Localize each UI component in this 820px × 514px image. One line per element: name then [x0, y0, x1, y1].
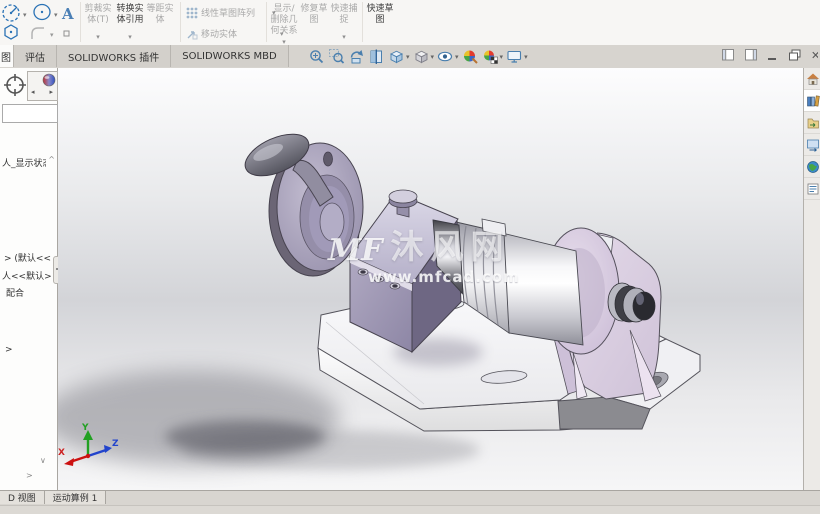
tree-scroll-down-icon[interactable]: ∨ — [40, 456, 46, 465]
point-tool-icon[interactable] — [63, 30, 70, 37]
window-controls: ✕ — [721, 48, 818, 62]
pane-arrow-left-icon[interactable]: ◂ — [31, 88, 35, 96]
arc-dropdown-icon[interactable]: ▾ — [23, 11, 27, 19]
fillet-tool-icon[interactable] — [31, 27, 44, 39]
triad-x-label: X — [58, 448, 65, 458]
restore-icon[interactable] — [788, 48, 802, 62]
tab-evaluate[interactable]: 评估 — [14, 45, 57, 67]
heads-up-view-toolbar: ▾ ▾ ▾ ▾ ▾ — [308, 47, 528, 66]
tree-scroll-up-icon[interactable]: ^ — [48, 155, 55, 164]
tab-row: 图 评估 SOLIDWORKS 插件 SOLIDWORKS MBD ▾ ▾ ▾ — [0, 45, 820, 69]
tab-sketch-partial[interactable]: 图 — [0, 45, 14, 67]
trim-entities-button[interactable]: 剪裁实体(T) ▾ — [82, 2, 114, 44]
circle-dropdown-icon[interactable]: ▾ — [54, 11, 58, 19]
pane-arrow-right-icon[interactable]: ▸ — [49, 88, 53, 96]
edit-appearance-icon[interactable] — [462, 48, 479, 65]
minimize-icon[interactable] — [767, 48, 779, 62]
home-icon[interactable] — [804, 68, 820, 90]
polygon-tool-icon[interactable] — [4, 24, 18, 40]
appearances-scenes-icon[interactable] — [804, 156, 820, 178]
section-view-icon[interactable] — [368, 48, 385, 65]
file-explorer-icon[interactable] — [804, 112, 820, 134]
trim-dropdown-icon[interactable]: ▾ — [96, 32, 100, 43]
offset-entities-button[interactable]: 等距实体 — [146, 2, 174, 44]
snaps-dropdown-icon[interactable]: ▾ — [342, 32, 346, 43]
view-settings-dropdown-icon[interactable]: ▾ — [524, 53, 528, 61]
zoom-to-area-icon[interactable] — [328, 48, 345, 65]
fillet-dropdown-icon[interactable]: ▾ — [50, 31, 54, 39]
command-manager-tabs: 图 评估 SOLIDWORKS 插件 SOLIDWORKS MBD — [0, 45, 289, 67]
collapse-panel-right-icon[interactable] — [744, 48, 758, 62]
tree-item-default-2[interactable]: 人<<默认> — [2, 269, 52, 282]
convert-entities-button[interactable]: 转换实体引用 ▾ — [114, 2, 146, 44]
status-bar — [0, 505, 820, 514]
command-manager-ribbon: ▾ ▾ A ▾ 剪裁实体(T) ▾ 转换实体引用 ▾ 等距实体 线性草图阵列 ▾… — [0, 0, 820, 46]
triad-z-label: Z — [112, 439, 119, 449]
view-orientation-icon[interactable]: ▾ — [388, 48, 410, 65]
hide-show-items-icon[interactable]: ▾ — [437, 48, 459, 65]
previous-view-icon[interactable] — [348, 48, 365, 65]
tree-item-default-1[interactable]: > (默认<< — [4, 251, 51, 264]
sketch-tools-group[interactable]: ▾ ▾ A ▾ — [0, 0, 78, 44]
bottom-bar: D 视图 运动算例 1 — [0, 490, 820, 514]
graphics-viewport[interactable]: X Y Z MF 沐风网 www.mfcad.com — [58, 68, 803, 490]
view-settings-icon[interactable]: ▾ — [506, 48, 528, 65]
view-mode-tabs: D 视图 运动算例 1 — [0, 491, 107, 504]
toolbar-separator — [266, 2, 267, 42]
hide-show-dropdown-icon[interactable]: ▾ — [455, 53, 459, 61]
apply-scene-icon[interactable]: ▾ — [482, 48, 504, 65]
linear-pattern-icon — [186, 7, 198, 18]
tab-solidworks-mbd[interactable]: SOLIDWORKS MBD — [171, 45, 289, 67]
tree-item-display-state[interactable]: 人_显示状态 — [2, 156, 46, 169]
display-pane-box[interactable]: ◂ ▸ — [27, 71, 58, 101]
toolbar-separator — [80, 2, 81, 42]
custom-properties-icon[interactable] — [804, 178, 820, 200]
tree-scroll-right-icon[interactable]: > — [26, 471, 33, 480]
tree-item-mates[interactable]: 配合 — [6, 286, 24, 299]
tree-item-expand[interactable]: > — [5, 345, 13, 355]
tab-3d-view[interactable]: D 视图 — [0, 491, 45, 504]
linear-sketch-pattern-button[interactable]: 线性草图阵列 ▾ — [186, 6, 276, 19]
feature-manager-header: ◂ ▸ — [0, 70, 58, 102]
repair-sketch-button[interactable]: 修复草图 — [300, 2, 328, 44]
sensor-target-icon[interactable] — [3, 73, 27, 97]
display-delete-relations-button[interactable]: 显示/删除几何关系 ▾ — [269, 2, 299, 46]
view-orientation-dropdown-icon[interactable]: ▾ — [406, 53, 410, 61]
display-style-icon[interactable]: ▾ — [413, 48, 435, 65]
tab-motion-study[interactable]: 运动算例 1 — [44, 491, 107, 504]
view-palette-icon[interactable] — [804, 134, 820, 156]
collapse-panel-left-icon[interactable] — [721, 48, 735, 62]
rapid-sketch-button[interactable]: 快速草图 — [365, 2, 395, 44]
feature-manager-panel: ◂ ▸ 人_显示状态 ^ > (默认<< 人<<默认> 配合 > ∨ > — [0, 68, 61, 490]
convert-dropdown-icon[interactable]: ▾ — [128, 32, 132, 43]
triad-y-label: Y — [81, 423, 89, 433]
apply-scene-dropdown-icon[interactable]: ▾ — [500, 53, 504, 61]
model-canvas[interactable]: X Y Z — [58, 68, 803, 490]
appearance-sphere-icon — [42, 73, 56, 87]
move-entities-icon — [187, 30, 198, 39]
toolbar-separator — [362, 2, 363, 42]
tab-solidworks-addins[interactable]: SOLIDWORKS 插件 — [57, 45, 172, 67]
toolbar-separator — [180, 2, 181, 42]
display-style-dropdown-icon[interactable]: ▾ — [431, 53, 435, 61]
text-tool-icon[interactable]: A — [61, 5, 74, 23]
close-icon[interactable]: ✕ — [811, 49, 818, 62]
task-pane-strip — [803, 68, 820, 490]
tree-search-input[interactable] — [2, 104, 58, 123]
circle-tool-icon[interactable] — [33, 3, 51, 21]
zoom-to-fit-icon[interactable] — [308, 48, 325, 65]
arc-tool-icon[interactable] — [2, 4, 20, 22]
quick-snaps-button[interactable]: 快速捕捉 ▾ — [330, 2, 358, 44]
design-library-icon[interactable] — [804, 90, 820, 112]
